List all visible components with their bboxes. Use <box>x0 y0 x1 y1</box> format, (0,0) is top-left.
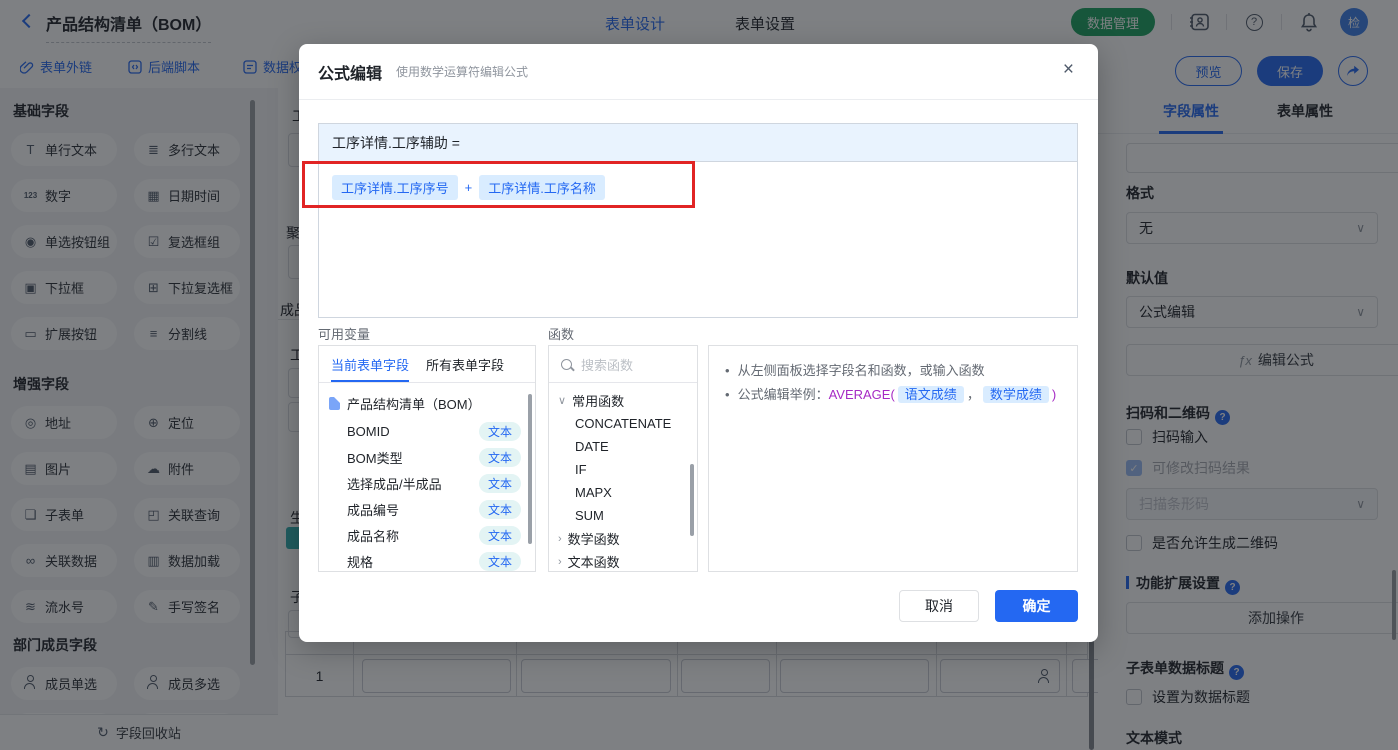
function-item[interactable]: DATE <box>549 435 697 458</box>
field-type-badge: 文本 <box>478 473 521 493</box>
tree-field-row[interactable]: 规格 文本 <box>319 548 535 571</box>
tree-root-node[interactable]: 产品结构清单（BOM） <box>319 389 535 418</box>
example-field-chip: 数学成绩 <box>982 386 1049 403</box>
variables-tabs: 当前表单字段 所有表单字段 <box>319 346 535 383</box>
formula-editor: 工序详情.工序辅助 = 工序详情.工序序号 + 工序详情.工序名称 <box>318 123 1078 318</box>
search-placeholder: 搜索函数 <box>581 357 634 373</box>
function-group-common[interactable]: ∨ 常用函数 <box>549 389 697 412</box>
modal-subtitle: 使用数学运算符编辑公式 <box>396 65 529 79</box>
formula-token[interactable]: 工序详情.工序名称 <box>479 175 605 200</box>
field-type-badge: 文本 <box>478 551 521 571</box>
variables-panel: 当前表单字段 所有表单字段 产品结构清单（BOM） BOMID 文本 BOM类型文… <box>318 345 536 572</box>
function-item[interactable]: MAPX <box>549 481 697 504</box>
tree-field-row[interactable]: BOMID 文本 <box>319 418 535 444</box>
function-item[interactable]: CONCATENATE <box>549 412 697 435</box>
tip-text: 从左侧面板选择字段名和函数，或输入函数 <box>737 363 985 378</box>
field-name: 成品编号 <box>347 502 400 518</box>
search-icon <box>561 358 572 370</box>
field-type-badge: 文本 <box>478 499 521 519</box>
cancel-button[interactable]: 取消 <box>899 590 979 622</box>
bullet: • <box>725 363 730 378</box>
chevron-right-icon: › <box>558 555 562 568</box>
field-name: 规格 <box>347 554 374 570</box>
chevron-down-icon: ∨ <box>558 395 567 407</box>
tips-panel: • 从左侧面板选择字段名和函数，或输入函数 • 公式编辑举例：AVERAGE(语… <box>708 345 1078 572</box>
form-doc-icon <box>329 397 340 410</box>
field-name: BOM类型 <box>347 450 403 466</box>
example-close-paren: ) <box>1051 387 1057 402</box>
field-type-badge: 文本 <box>478 525 521 545</box>
confirm-button[interactable]: 确定 <box>995 590 1078 622</box>
tip-line: • 从左侧面板选择字段名和函数，或输入函数 <box>725 359 1061 383</box>
close-icon[interactable]: × <box>1063 60 1074 79</box>
tree-field-row[interactable]: 成品编号 文本 <box>319 496 535 522</box>
functions-panel: 搜索函数 ∨ 常用函数 CONCATENATE DATE IF MAPX SUM… <box>548 345 698 572</box>
function-group-math[interactable]: › 数学函数 <box>549 527 697 550</box>
variables-scrollbar[interactable] <box>528 394 532 544</box>
tree-field-row[interactable]: BOM类型 文本 <box>319 444 535 470</box>
field-name: 选择成品/半成品 <box>347 476 442 492</box>
function-group-text[interactable]: › 文本函数 <box>549 550 697 571</box>
formula-edit-modal: 公式编辑 使用数学运算符编辑公式 × 工序详情.工序辅助 = 工序详情.工序序号… <box>299 44 1098 642</box>
tab-current-form-fields[interactable]: 当前表单字段 <box>331 346 410 382</box>
formula-expression-area[interactable]: 工序详情.工序序号 + 工序详情.工序名称 <box>319 162 1077 213</box>
tree-root-label: 产品结构清单（BOM） <box>347 397 481 412</box>
tree-field-row[interactable]: 选择成品/半成品 文本 <box>319 470 535 496</box>
tip-example: 公式编辑举例：AVERAGE(语文成绩，数学成绩) <box>737 386 1057 403</box>
functions-scrollbar[interactable] <box>690 464 694 536</box>
field-tree: 产品结构清单（BOM） BOMID 文本 BOM类型 文本 选择成品/半成品 文本 成… <box>319 383 535 571</box>
example-field-chip: 语文成绩 <box>897 386 964 403</box>
field-name: BOMID <box>347 423 390 439</box>
modal-title: 公式编辑 <box>318 65 383 83</box>
tab-all-form-fields[interactable]: 所有表单字段 <box>426 346 504 382</box>
page: 产品结构清单（BOM） 表单设计 表单设置 数据管理 检 表单外链 后端脚本 <box>0 0 1398 750</box>
function-item[interactable]: IF <box>549 458 697 481</box>
bullet: • <box>725 387 730 402</box>
field-type-badge: 文本 <box>478 421 521 441</box>
chevron-right-icon: › <box>558 532 562 545</box>
example-function: AVERAGE( <box>828 387 895 402</box>
formula-target: 工序详情.工序辅助 = <box>319 124 1077 162</box>
function-group-label: 数学函数 <box>567 532 620 547</box>
function-item[interactable]: SUM <box>549 504 697 527</box>
tip-example-line: • 公式编辑举例：AVERAGE(语文成绩，数学成绩) <box>725 383 1061 407</box>
field-name: 成品名称 <box>347 528 400 544</box>
function-group-label: 文本函数 <box>567 555 620 570</box>
function-list: ∨ 常用函数 CONCATENATE DATE IF MAPX SUM › 数学… <box>549 383 697 571</box>
field-type-badge: 文本 <box>478 447 521 467</box>
operator-plus: + <box>464 180 473 195</box>
functions-section-label: 函数 <box>548 327 575 342</box>
modal-header: 公式编辑 使用数学运算符编辑公式 × <box>299 44 1098 100</box>
variables-section-label: 可用变量 <box>318 327 371 342</box>
formula-token[interactable]: 工序详情.工序序号 <box>332 175 458 200</box>
function-group-label: 常用函数 <box>572 394 625 409</box>
function-search[interactable]: 搜索函数 <box>549 346 697 383</box>
tree-field-row[interactable]: 成品名称 文本 <box>319 522 535 548</box>
